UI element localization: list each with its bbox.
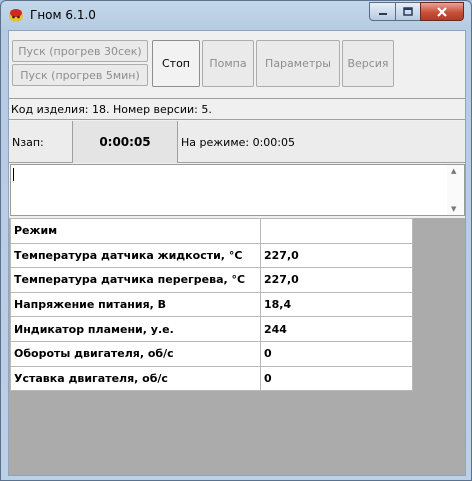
table-row[interactable]: Обороты двигателя, об/с 0 — [10, 340, 413, 367]
param-name: Температура датчика жидкости, °С — [10, 242, 261, 269]
parameters-table: Режим Температура датчика жидкости, °С 2… — [10, 218, 413, 392]
parameters-button[interactable]: Параметры — [256, 40, 340, 87]
param-value: 0 — [260, 365, 413, 392]
timer-display: 0:00:05 — [73, 121, 178, 163]
parameters-grid-area: Режим Температура датчика жидкости, °С 2… — [9, 218, 465, 475]
table-row[interactable]: Напряжение питания, В 18,4 — [10, 291, 413, 318]
app-window: Гном 6.1.0 Пуск (прогрев 30сек) Пуск (пр… — [0, 0, 472, 481]
log-scrollbar[interactable]: ▲ ▼ — [447, 165, 464, 215]
scroll-down-icon[interactable]: ▼ — [451, 205, 456, 213]
scroll-up-icon[interactable]: ▲ — [451, 167, 456, 175]
param-name: Уставка двигателя, об/с — [10, 365, 261, 392]
table-row[interactable]: Температура датчика жидкости, °С 227,0 — [10, 242, 413, 269]
app-logo-icon — [8, 7, 24, 23]
title-bar[interactable]: Гном 6.1.0 — [1, 1, 471, 29]
param-name: Индикатор пламени, у.е. — [10, 316, 261, 342]
status-row: Nзап: 0:00:05 На режиме: 0:00:05 — [9, 121, 465, 163]
close-button[interactable] — [420, 2, 464, 21]
param-value: 0 — [260, 340, 413, 367]
client-area: Пуск (прогрев 30сек) Пуск (прогрев 5мин)… — [8, 30, 466, 476]
minimize-button[interactable] — [369, 2, 396, 21]
maximize-button[interactable] — [395, 2, 421, 21]
param-value: 227,0 — [260, 267, 413, 293]
param-name: Режим — [10, 218, 261, 244]
table-row[interactable]: Уставка двигателя, об/с 0 — [10, 365, 413, 392]
table-row[interactable]: Режим — [10, 218, 413, 244]
close-icon — [437, 6, 447, 17]
log-textbox[interactable]: ▲ ▼ — [10, 164, 465, 216]
window-title: Гном 6.1.0 — [30, 8, 96, 22]
on-mode-time: На режиме: 0:00:05 — [181, 135, 295, 149]
device-code-label: Код изделия: 18. Номер версии: 5. — [9, 98, 465, 120]
param-value: 244 — [260, 316, 413, 342]
minimize-icon — [378, 12, 387, 15]
table-row[interactable]: Температура датчика перегрева, °С 227,0 — [10, 267, 413, 293]
start-5min-button[interactable]: Пуск (прогрев 5мин) — [12, 64, 148, 86]
param-value: 18,4 — [260, 291, 413, 318]
nzap-label: Nзап: — [9, 121, 73, 163]
param-name: Обороты двигателя, об/с — [10, 340, 261, 367]
param-name: Температура датчика перегрева, °С — [10, 267, 261, 293]
stop-button[interactable]: Стоп — [152, 40, 200, 87]
text-caret — [13, 168, 14, 181]
version-button[interactable]: Версия — [342, 40, 394, 87]
table-row[interactable]: Индикатор пламени, у.е. 244 — [10, 316, 413, 342]
param-name: Напряжение питания, В — [10, 291, 261, 318]
maximize-icon — [403, 7, 413, 16]
toolbar: Пуск (прогрев 30сек) Пуск (прогрев 5мин)… — [9, 31, 465, 97]
start-30s-button[interactable]: Пуск (прогрев 30сек) — [12, 40, 148, 62]
param-value — [260, 218, 413, 244]
param-value: 227,0 — [260, 242, 413, 269]
pump-button[interactable]: Помпа — [202, 40, 254, 87]
